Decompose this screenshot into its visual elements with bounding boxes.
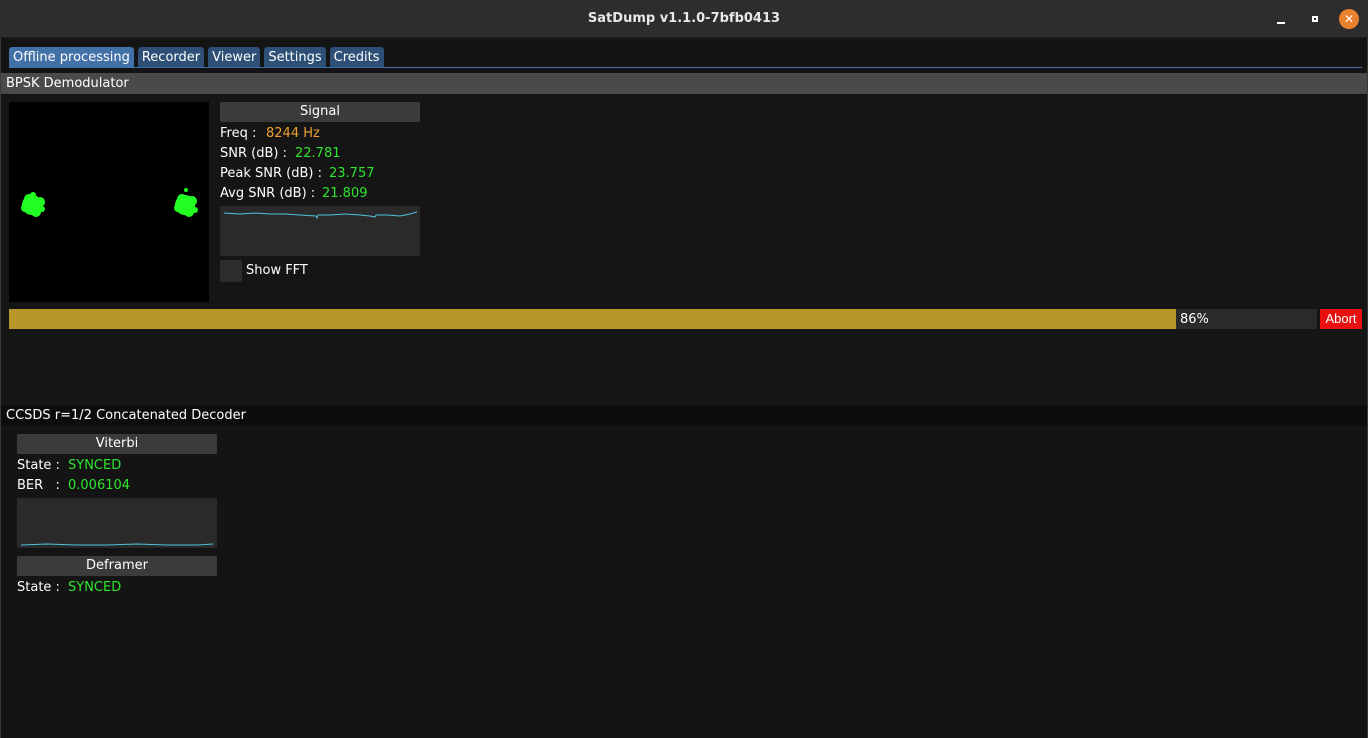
minimize-button[interactable] <box>1271 9 1291 29</box>
deframer-state-label: State : <box>17 580 60 595</box>
snr-history-plot <box>220 206 420 256</box>
ber-label: BER : <box>17 478 60 493</box>
title-bar: SatDump v1.1.0-7bfb0413 ✕ <box>0 0 1368 38</box>
progress-label: 86% <box>1180 312 1209 327</box>
peak-snr-label: Peak SNR (dB) : <box>220 166 322 181</box>
minimize-icon <box>1277 22 1285 24</box>
maximize-button[interactable] <box>1305 9 1325 29</box>
viterbi-state-value: SYNCED <box>68 458 122 473</box>
freq-label: Freq : <box>220 126 257 141</box>
snr-label: SNR (dB) : <box>220 146 287 161</box>
tab-offline-processing[interactable]: Offline processing <box>9 47 134 68</box>
tab-settings[interactable]: Settings <box>264 47 326 68</box>
show-fft-checkbox[interactable] <box>220 260 242 282</box>
constellation-cluster-left <box>21 192 45 217</box>
progress-fill <box>9 309 1176 329</box>
tab-underline <box>9 67 1362 68</box>
ber-history-line <box>20 543 214 546</box>
snr-history-line <box>223 211 418 220</box>
avg-snr-value: 21.809 <box>322 186 368 201</box>
decoder-header[interactable]: CCSDS r=1/2 Concatenated Decoder <box>1 405 1367 426</box>
peak-snr-value: 23.757 <box>329 166 375 181</box>
viterbi-header[interactable]: Viterbi <box>17 434 217 454</box>
progress-bar <box>9 309 1317 329</box>
signal-header[interactable]: Signal <box>220 102 420 122</box>
window-title: SatDump v1.1.0-7bfb0413 <box>587 11 781 26</box>
tab-credits[interactable]: Credits <box>329 47 384 68</box>
close-icon: ✕ <box>1343 12 1355 26</box>
constellation-plot <box>9 102 209 302</box>
tab-recorder[interactable]: Recorder <box>137 47 205 68</box>
close-button[interactable]: ✕ <box>1339 9 1359 29</box>
ber-value: 0.006104 <box>68 478 131 493</box>
show-fft-label: Show FFT <box>246 263 308 278</box>
constellation-points <box>21 188 198 217</box>
ber-history-plot <box>17 498 217 548</box>
tab-viewer[interactable]: Viewer <box>208 47 261 68</box>
constellation-cluster-right <box>174 188 198 217</box>
freq-value: 8244 Hz <box>266 126 320 141</box>
deframer-state-value: SYNCED <box>68 580 122 595</box>
abort-button[interactable]: Abort <box>1320 309 1362 329</box>
avg-snr-label: Avg SNR (dB) : <box>220 186 316 201</box>
snr-value: 22.781 <box>295 146 341 161</box>
maximize-icon <box>1312 16 1318 22</box>
viterbi-state-label: State : <box>17 458 60 473</box>
tab-bar: Offline processing Recorder Viewer Setti… <box>9 47 384 68</box>
deframer-header[interactable]: Deframer <box>17 556 217 576</box>
demodulator-header[interactable]: BPSK Demodulator <box>1 73 1367 94</box>
